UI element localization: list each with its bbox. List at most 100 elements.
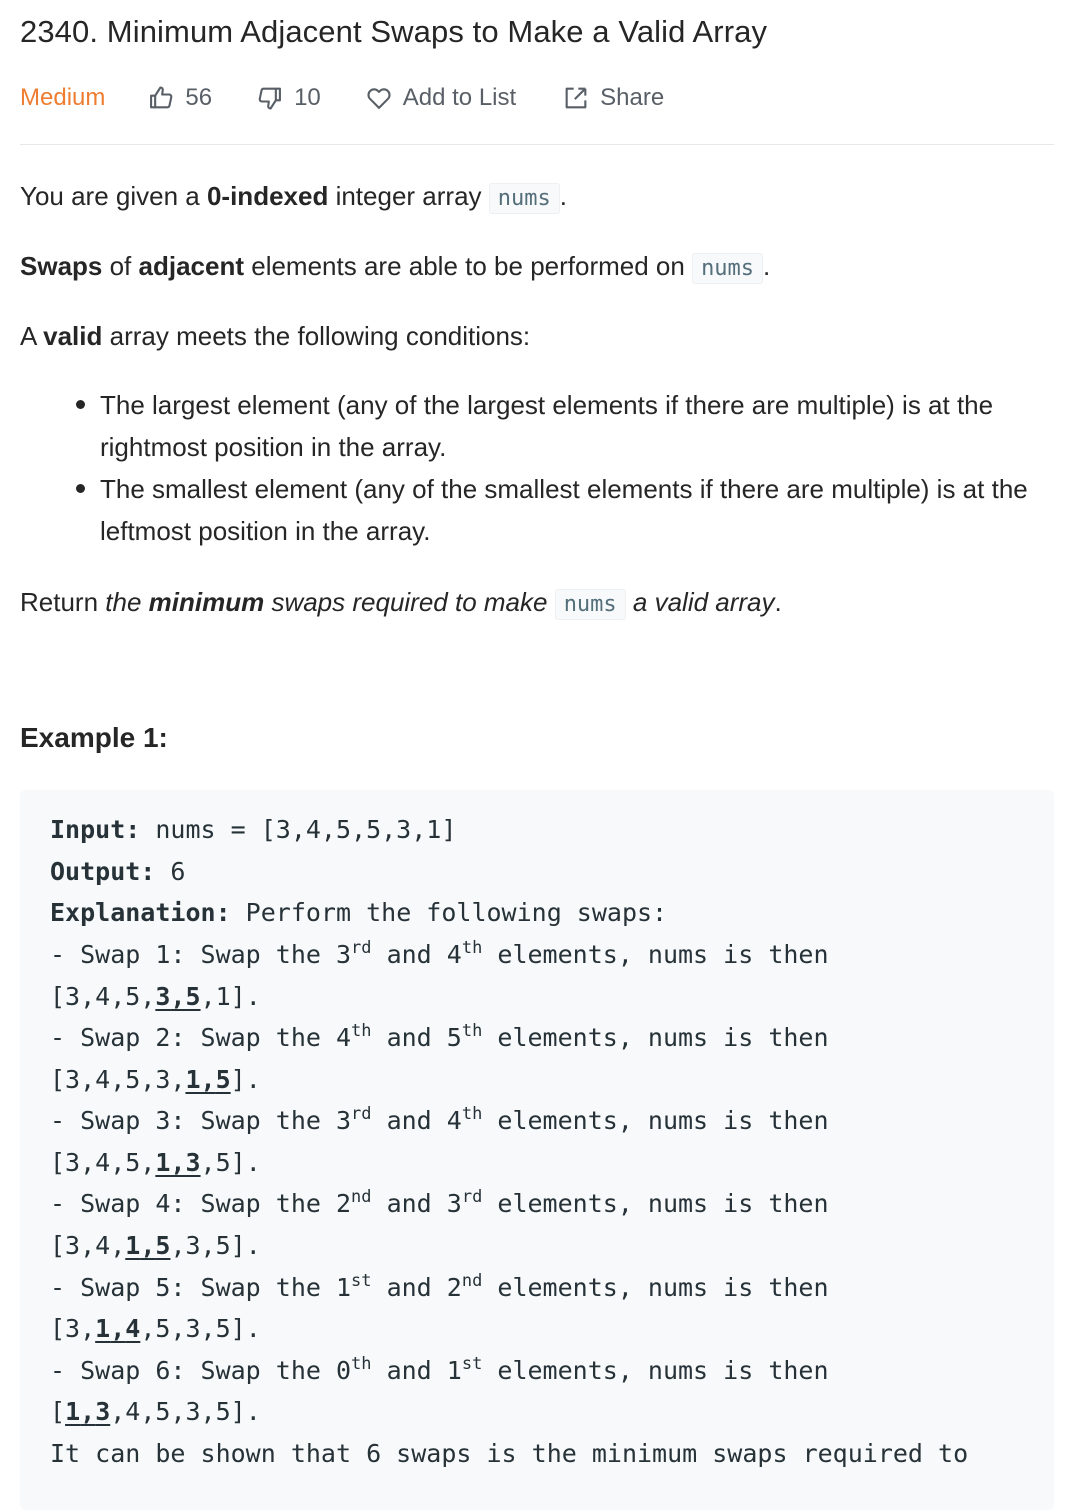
swap-line: - Swap 2: Swap the 4th and 5th elements,… <box>50 1018 829 1058</box>
swapped-value: 3 <box>95 1397 111 1426</box>
swap-line: - Swap 1: Swap the 3rd and 4th elements,… <box>50 935 829 975</box>
closing-line: It can be shown that 6 swaps is the mini… <box>50 1439 969 1468</box>
ordinal-suffix: st <box>351 1271 372 1291</box>
text: . <box>559 181 567 211</box>
add-to-list-label: Add to List <box>402 84 517 111</box>
problem-meta-bar: Medium 56 10 Add to List Share <box>20 80 664 116</box>
thumbs-down-icon <box>258 87 282 110</box>
text: a valid array <box>625 587 775 617</box>
swap-text: elements, nums is then <box>482 1023 829 1052</box>
swapped-value: 1 <box>155 1148 171 1177</box>
explanation-value: Perform the following swaps: <box>230 898 668 927</box>
swap-index: 4 <box>446 940 462 969</box>
explanation-label: Explanation: <box>50 898 231 927</box>
inline-code: nums <box>488 183 560 214</box>
array-text: ,1]. <box>200 982 261 1011</box>
description-paragraph-3: A valid array meets the following condit… <box>20 315 530 357</box>
array-line: [3,4,5,1,3,5]. <box>50 1143 261 1183</box>
text: You are given a <box>20 181 207 211</box>
text: integer array <box>328 181 489 211</box>
swapped-value: 1 <box>185 1065 201 1094</box>
array-text: [3,4,5,3, <box>50 1065 186 1094</box>
swapped-value: 3 <box>155 982 171 1011</box>
array-text: [3, <box>50 1314 96 1343</box>
text: A <box>20 321 44 351</box>
swap-index: 3 <box>446 1189 462 1218</box>
swapped-separator: , <box>170 982 186 1011</box>
ordinal-suffix: nd <box>351 1187 372 1207</box>
input-label: Input: <box>50 815 141 844</box>
emphasis: Swaps <box>20 251 103 281</box>
array-text: ,5,3,5]. <box>140 1314 261 1343</box>
swapped-separator: , <box>200 1065 216 1094</box>
emphasis: 0-indexed <box>206 181 329 211</box>
input-value: nums = [3,4,5,5,3,1] <box>140 815 457 844</box>
swap-line: - Swap 4: Swap the 2nd and 3rd elements,… <box>50 1184 829 1224</box>
output-value: 6 <box>155 857 186 886</box>
swapped-value: 5 <box>155 1231 171 1260</box>
swap-index: 4 <box>446 1106 462 1135</box>
share-label: Share <box>600 84 665 111</box>
swap-text: and <box>371 1189 447 1218</box>
swap-text: and <box>371 1106 447 1135</box>
swap-index: 0 <box>335 1356 352 1385</box>
text: elements are able to be performed on <box>244 251 693 281</box>
swapped-separator: , <box>80 1397 96 1426</box>
swap-index: 3 <box>335 1106 352 1135</box>
list-item: The largest element (any of the largest … <box>76 384 1060 468</box>
description-paragraph-2: Swaps of adjacent elements are able to b… <box>20 245 770 290</box>
swapped-value: 5 <box>215 1065 231 1094</box>
ordinal-suffix: nd <box>461 1271 483 1291</box>
array-line: [3,4,1,5,3,5]. <box>50 1226 261 1266</box>
swap-text: and <box>371 1273 447 1302</box>
list-item: The smallest element (any of the smalles… <box>76 468 1060 552</box>
text: . <box>763 251 771 281</box>
swap-text: and <box>371 1356 447 1385</box>
ordinal-suffix: rd <box>461 1187 483 1207</box>
swap-text: elements, nums is then <box>482 940 829 969</box>
array-text: [3,4,5, <box>50 1148 156 1177</box>
swap-text: and <box>371 1023 447 1052</box>
array-text: ,5]. <box>200 1148 261 1177</box>
text: of <box>102 251 139 281</box>
array-text: ,4,5,3,5]. <box>110 1397 261 1426</box>
ordinal-suffix: th <box>461 938 483 958</box>
swap-text: - Swap 4: Swap the <box>50 1189 336 1218</box>
emphasis: adjacent <box>138 251 245 281</box>
swap-line: - Swap 5: Swap the 1st and 2nd elements,… <box>50 1268 829 1308</box>
explanation-line: Explanation: Perform the following swaps… <box>50 893 667 933</box>
swap-line: - Swap 3: Swap the 3rd and 4th elements,… <box>50 1101 829 1141</box>
swapped-value: 1 <box>65 1397 81 1426</box>
swap-text: and <box>371 940 447 969</box>
swapped-value: 1 <box>95 1314 111 1343</box>
swap-index: 3 <box>335 940 352 969</box>
like-count: 56 <box>185 84 213 111</box>
add-to-list-button[interactable]: Add to List <box>365 84 516 112</box>
swap-text: - Swap 5: Swap the <box>50 1273 336 1302</box>
like-button[interactable]: 56 <box>147 84 212 112</box>
swap-index: 2 <box>446 1273 462 1302</box>
text: array meets the following conditions: <box>102 321 531 351</box>
array-line: [3,4,5,3,5,1]. <box>50 977 261 1017</box>
emphasis: valid <box>43 321 103 351</box>
conditions-list: The largest element (any of the largest … <box>76 384 1060 552</box>
thumbs-up-icon <box>150 86 173 109</box>
description-paragraph-4: Return the minimum swaps required to mak… <box>20 581 782 626</box>
swap-text: elements, nums is then <box>482 1189 829 1218</box>
swap-index: 2 <box>335 1189 352 1218</box>
share-button[interactable]: Share <box>562 84 664 112</box>
dislike-button[interactable]: 10 <box>256 84 321 112</box>
swap-index: 1 <box>446 1356 462 1385</box>
swapped-value: 1 <box>125 1231 141 1260</box>
swapped-separator: , <box>170 1148 186 1177</box>
ordinal-suffix: st <box>461 1354 483 1374</box>
text: the <box>105 587 149 617</box>
swap-index: 5 <box>446 1023 462 1052</box>
swapped-value: 5 <box>185 982 201 1011</box>
array-line: [1,3,4,5,3,5]. <box>50 1392 261 1432</box>
heart-icon <box>367 88 391 109</box>
swapped-separator: , <box>110 1314 126 1343</box>
array-text: ,3,5]. <box>170 1231 261 1260</box>
array-text: [3,4, <box>50 1231 126 1260</box>
array-line: [3,4,5,3,1,5]. <box>50 1060 261 1100</box>
